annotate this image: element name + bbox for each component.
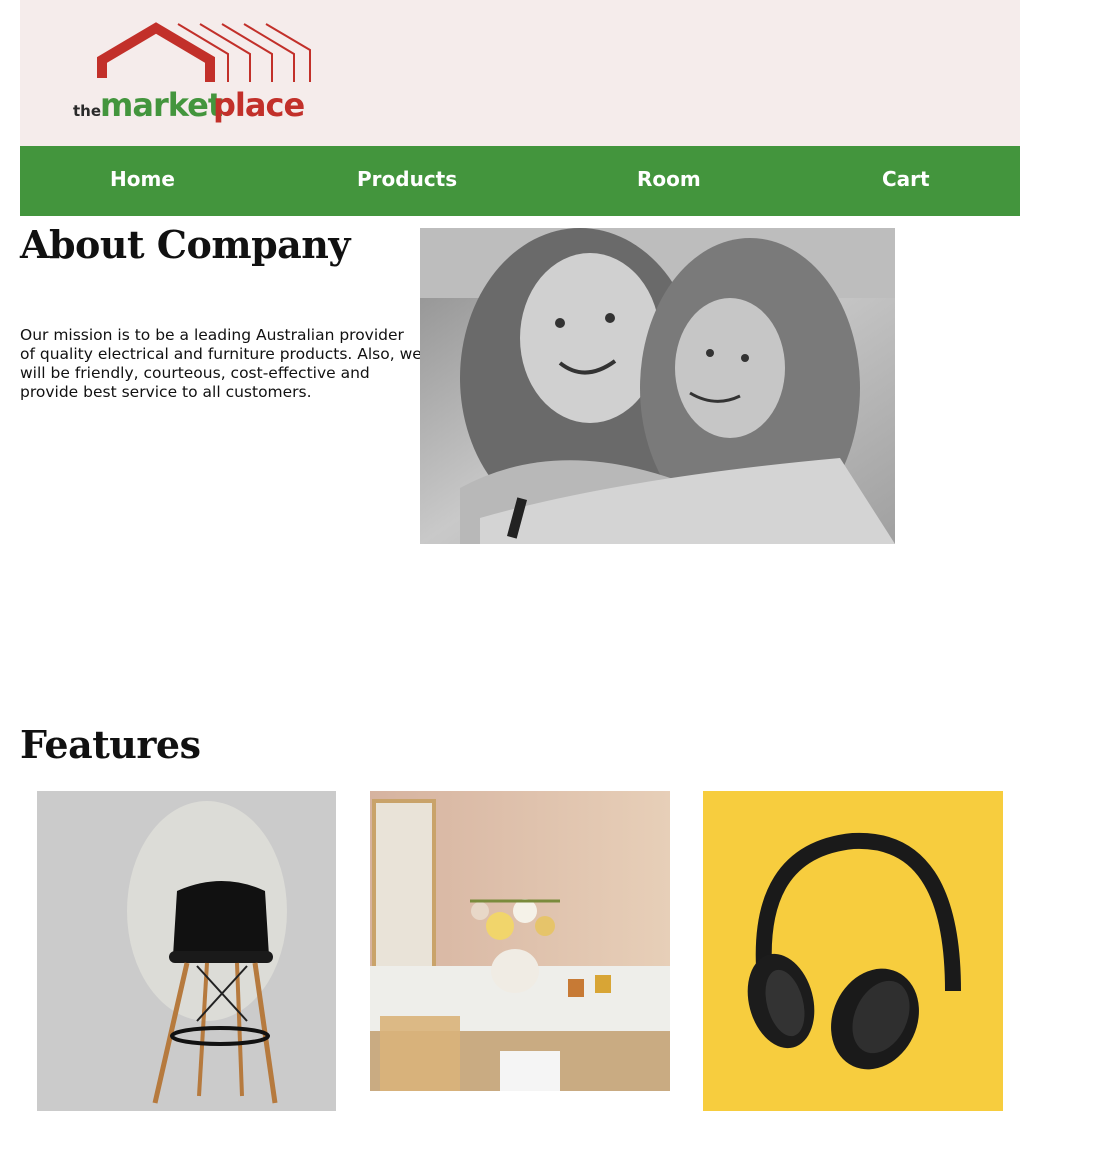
about-photo (420, 228, 895, 544)
feature-chair-image[interactable] (37, 791, 336, 1111)
marketplace-logo[interactable]: the market place (70, 20, 320, 130)
feature-headphones-image[interactable] (703, 791, 1003, 1111)
main-nav: Home Products Room Cart (20, 146, 1020, 216)
nav-room-link[interactable]: Room (637, 146, 701, 216)
nav-home-link[interactable]: Home (110, 146, 175, 216)
feature-dining-room-image[interactable] (370, 791, 670, 1091)
about-mission-text: Our mission is to be a leading Australia… (20, 326, 422, 401)
about-heading: About Company (20, 222, 351, 267)
site-header: the market place (20, 0, 1020, 146)
svg-text:the: the (73, 102, 101, 120)
svg-text:market: market (100, 86, 223, 124)
svg-text:place: place (213, 86, 304, 124)
nav-cart-link[interactable]: Cart (882, 146, 930, 216)
features-heading: Features (20, 722, 201, 767)
nav-products-link[interactable]: Products (357, 146, 457, 216)
